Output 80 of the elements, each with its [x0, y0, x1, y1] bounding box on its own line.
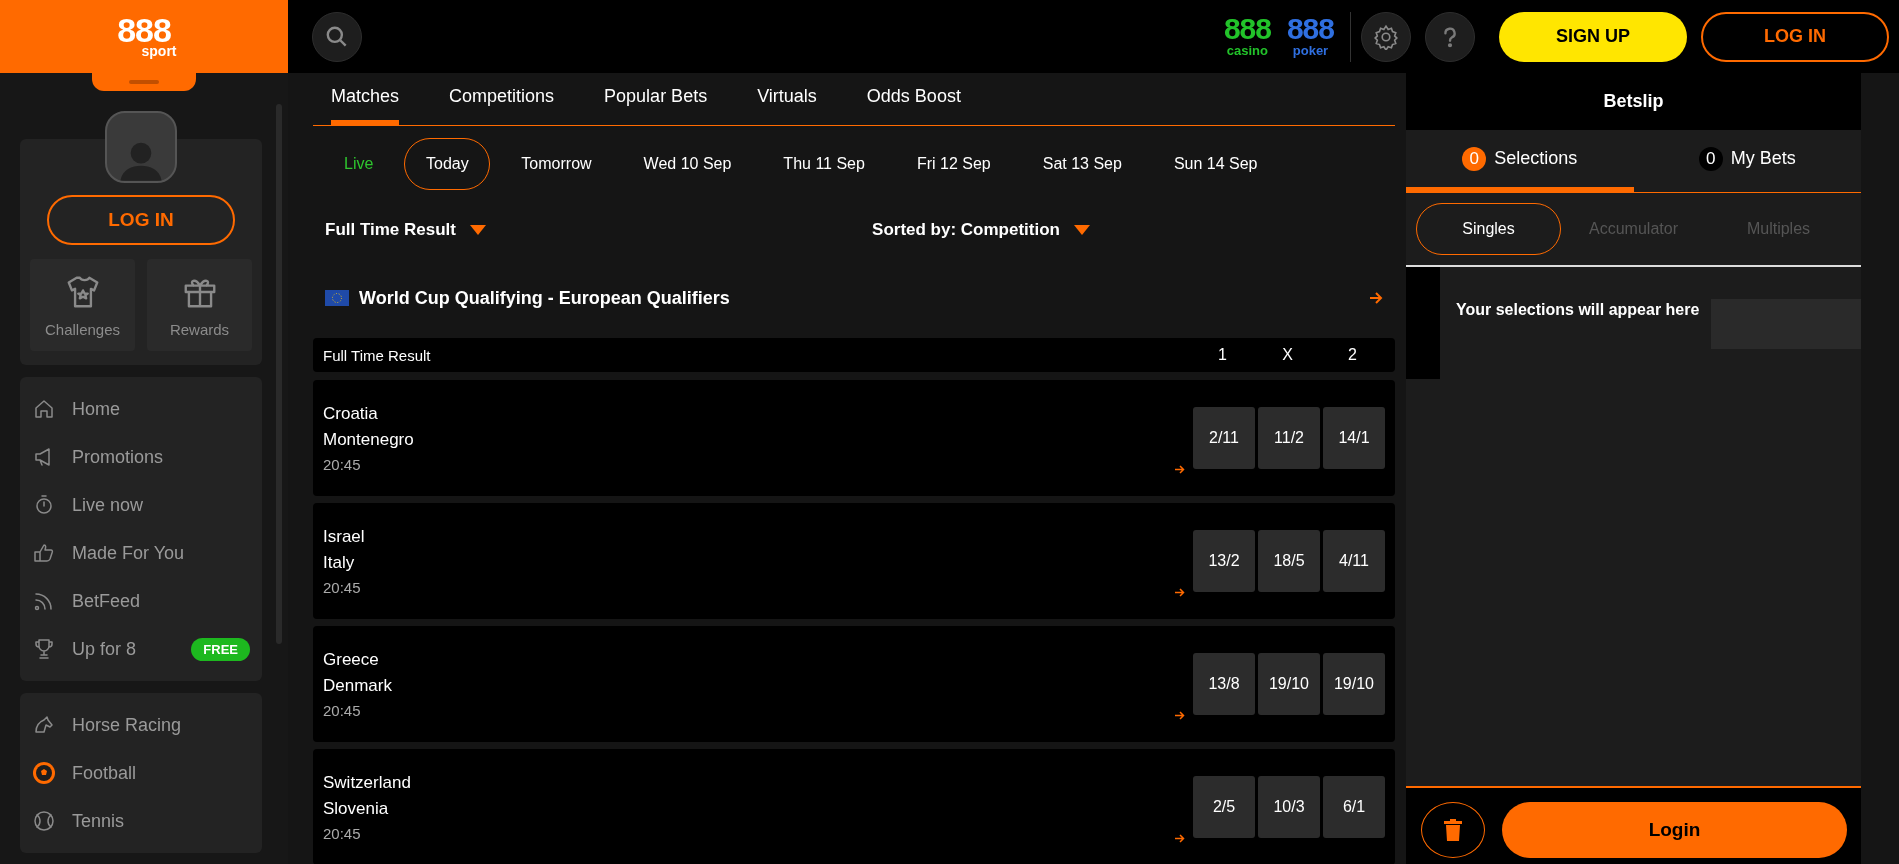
- market-dropdown[interactable]: Full Time Result: [325, 220, 486, 240]
- nav-label: Made For You: [72, 542, 185, 564]
- sport-item[interactable]: Tennis: [30, 797, 252, 845]
- logo-number: 888: [117, 15, 171, 45]
- match-time: 20:45: [323, 578, 362, 596]
- nav-item[interactable]: Live now: [30, 481, 252, 529]
- match-time: 20:45: [323, 701, 362, 719]
- sport-item[interactable]: Football: [30, 749, 252, 797]
- team-name: Croatia: [323, 403, 379, 424]
- team-name: Denmark: [323, 675, 393, 696]
- match-card[interactable]: Switzerland Slovenia 20:45 2/5 10/3 6/1: [313, 749, 1395, 864]
- match-card[interactable]: Croatia Montenegro 20:45 2/11 11/2 14/1: [313, 380, 1395, 496]
- empty-message: Your selections will appear here: [1456, 301, 1700, 319]
- sidebar-tile[interactable]: Rewards: [147, 259, 252, 351]
- date-filter[interactable]: Live: [323, 138, 395, 190]
- betslip-tab[interactable]: 0 Selections: [1406, 130, 1634, 192]
- odds-button[interactable]: 4/11: [1323, 530, 1385, 592]
- odds-button[interactable]: 19/10: [1258, 653, 1320, 715]
- odds-button[interactable]: 14/1: [1323, 407, 1385, 469]
- team-name: Switzerland: [323, 772, 412, 793]
- free-badge: FREE: [191, 637, 250, 661]
- match-time: 20:45: [323, 824, 362, 842]
- betslip-title: Betslip: [1406, 73, 1861, 130]
- date-filter[interactable]: Fri 12 Sep: [895, 138, 1012, 190]
- nav-item[interactable]: Promotions: [30, 433, 252, 481]
- odds-button[interactable]: 18/5: [1258, 530, 1320, 592]
- nav-label: Promotions: [72, 446, 164, 468]
- date-filter[interactable]: Sun 14 Sep: [1152, 138, 1279, 190]
- column-heading: 1: [1217, 346, 1228, 364]
- sign-up-button[interactable]: SIGN UP: [1499, 11, 1687, 62]
- team-name: Greece: [323, 649, 380, 670]
- nav-label: BetFeed: [72, 590, 141, 612]
- nav-tab[interactable]: Popular Bets: [604, 73, 708, 125]
- login-button[interactable]: LOG IN: [47, 195, 235, 245]
- team-name: Slovenia: [323, 798, 390, 819]
- logo-subtitle: sport: [141, 45, 177, 58]
- nav-tab[interactable]: Odds Boost: [866, 73, 961, 125]
- login-button[interactable]: LOG IN: [1701, 11, 1889, 62]
- odds-button[interactable]: 2/5: [1193, 776, 1255, 838]
- column-heading: X: [1281, 346, 1294, 364]
- odds-button[interactable]: 10/3: [1258, 776, 1320, 838]
- competition-title[interactable]: World Cup Qualifying - European Qualifiers: [359, 287, 730, 309]
- nav-label: Live now: [72, 494, 144, 516]
- nav-tab[interactable]: Competitions: [449, 73, 555, 125]
- odds-button[interactable]: 11/2: [1258, 407, 1320, 469]
- sidebar-tile[interactable]: Challenges: [30, 259, 135, 351]
- sport-label: Horse Racing: [72, 714, 182, 736]
- date-filter[interactable]: Tomorrow: [500, 138, 613, 190]
- match-card[interactable]: Israel Italy 20:45 13/2 18/5 4/11: [313, 503, 1395, 619]
- sport-label: Tennis: [72, 810, 125, 832]
- brand-link[interactable]: 888 poker: [1286, 15, 1334, 58]
- nav-item[interactable]: Home: [30, 385, 252, 433]
- betslip-tab[interactable]: 0 My Bets: [1633, 130, 1861, 192]
- nav-label: Up for 8: [72, 638, 137, 660]
- odds-button[interactable]: 13/8: [1193, 653, 1255, 715]
- nav-tab[interactable]: Virtuals: [757, 73, 817, 125]
- odds-button[interactable]: 2/11: [1193, 407, 1255, 469]
- sport-label: Football: [72, 762, 137, 784]
- date-filter[interactable]: Thu 11 Sep: [762, 138, 886, 190]
- sort-dropdown[interactable]: Sorted by: Competition: [872, 220, 1090, 240]
- match-time: 20:45: [323, 455, 362, 473]
- brand-link[interactable]: 888 casino: [1223, 15, 1271, 58]
- market-label: Full Time Result: [323, 346, 432, 364]
- date-filter[interactable]: Sat 13 Sep: [1021, 138, 1143, 190]
- odds-button[interactable]: 6/1: [1323, 776, 1385, 838]
- team-name: Israel: [323, 526, 366, 547]
- date-filter[interactable]: Wed 10 Sep: [622, 138, 753, 190]
- column-heading: 2: [1347, 346, 1358, 364]
- login-button[interactable]: Login: [1502, 802, 1847, 858]
- nav-item[interactable]: Made For You: [30, 529, 252, 577]
- odds-button[interactable]: 19/10: [1323, 653, 1385, 715]
- nav-tab[interactable]: Matches: [331, 73, 400, 125]
- nav-label: Home: [72, 398, 120, 420]
- odds-button[interactable]: 13/2: [1193, 530, 1255, 592]
- match-card[interactable]: Greece Denmark 20:45 13/8 19/10 19/10: [313, 626, 1395, 742]
- sport-item[interactable]: Horse Racing: [30, 701, 252, 749]
- nav-item[interactable]: Up for 8 FREE: [30, 625, 252, 673]
- team-name: Montenegro: [323, 429, 415, 450]
- nav-item[interactable]: BetFeed: [30, 577, 252, 625]
- team-name: Italy: [323, 552, 356, 573]
